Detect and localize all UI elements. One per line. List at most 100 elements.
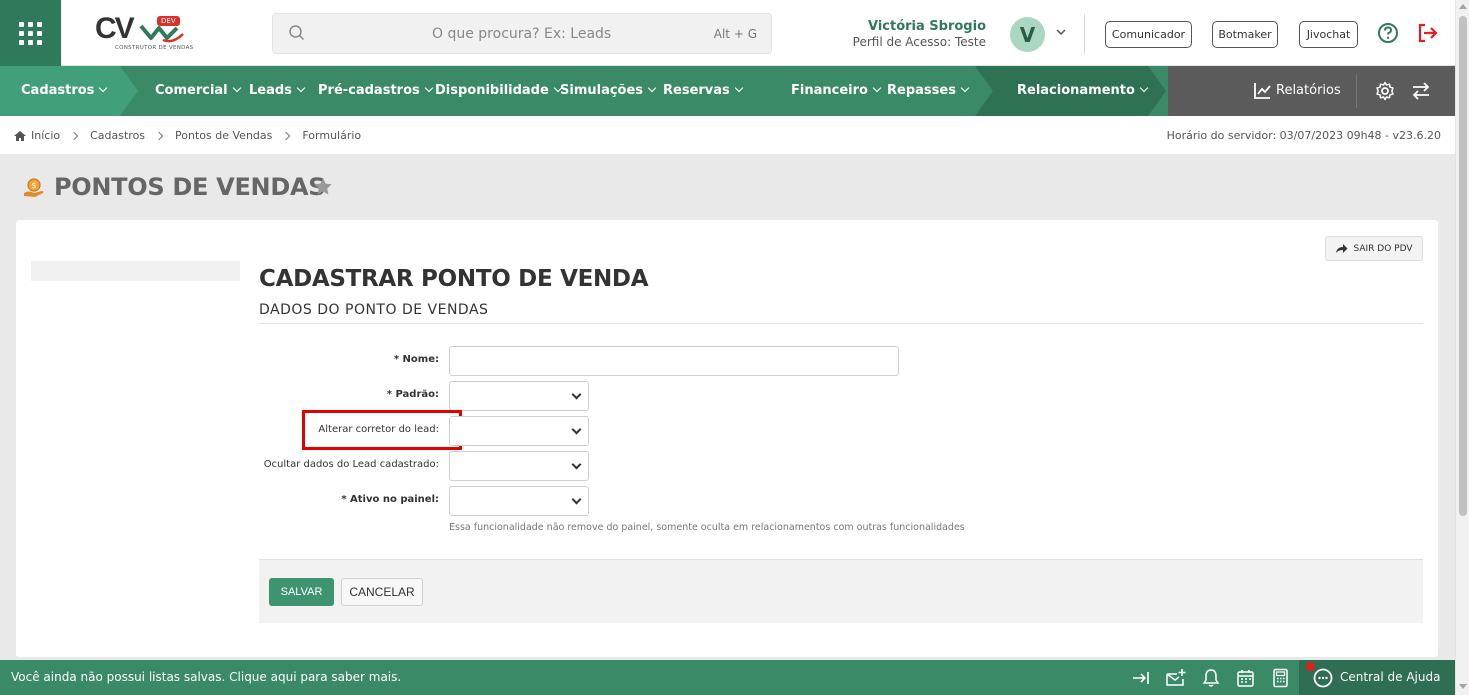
footer-bar: Você ainda não possui listas salvas. Cli…	[0, 660, 1455, 695]
search-placeholder: O que procura? Ex: Leads	[432, 26, 612, 42]
ativo-painel-select[interactable]	[449, 486, 589, 516]
nav-simulacoes[interactable]: Simulações	[560, 83, 657, 98]
ativo-painel-help-text: Essa funcionalidade não remove do painel…	[449, 522, 965, 533]
main-nav: Cadastros Comercial Leads Pré-cadastros …	[0, 66, 1455, 116]
padrao-select[interactable]	[449, 381, 589, 411]
chevron-down-icon	[571, 424, 582, 435]
nav-comercial[interactable]: Comercial	[155, 83, 241, 98]
chevron-down-icon	[872, 83, 882, 93]
saved-lists-message[interactable]: Você ainda não possui listas salvas. Cli…	[11, 670, 401, 684]
nav-label: Repasses	[887, 83, 956, 98]
ocultar-dados-select[interactable]	[449, 451, 589, 481]
chevron-right-icon	[282, 131, 291, 140]
logo-subtitle: CONSTRUTOR DE VENDAS	[115, 45, 194, 51]
chevron-down-icon	[960, 83, 970, 93]
logout-icon[interactable]	[1416, 22, 1440, 44]
nav-label: Pré-cadastros	[318, 83, 420, 98]
page-scrollbar[interactable]	[1455, 0, 1469, 695]
help-circle-icon[interactable]	[1377, 22, 1399, 44]
nome-input[interactable]	[449, 346, 899, 376]
search-input[interactable]: O que procura? Ex: Leads Alt + G	[272, 13, 772, 54]
svg-text:$: $	[31, 181, 36, 190]
nav-repasses[interactable]: Repasses	[887, 83, 970, 98]
mail-add-icon[interactable]	[1165, 668, 1187, 688]
nav-reservas[interactable]: Reservas	[663, 83, 744, 98]
cancel-button[interactable]: CANCELAR	[341, 578, 423, 606]
chevron-down-icon	[1139, 83, 1149, 93]
form-title: CADASTRAR PONTO DE VENDA	[259, 266, 649, 292]
jivochat-button[interactable]: Jivochat	[1299, 21, 1358, 48]
scroll-up-arrow-icon[interactable]	[1459, 4, 1467, 9]
nav-label: Disponibilidade	[435, 83, 549, 98]
chevron-down-icon	[232, 83, 241, 93]
calendar-icon[interactable]	[1236, 668, 1255, 688]
form-actions: SALVAR CANCELAR	[259, 559, 1423, 623]
logo-badge: DEV	[157, 16, 180, 26]
collapse-right-icon[interactable]	[1131, 668, 1151, 688]
comunicador-button[interactable]: Comunicador	[1105, 21, 1192, 48]
side-panel-placeholder	[31, 261, 240, 281]
nav-pre-cadastros[interactable]: Pré-cadastros	[318, 83, 433, 98]
chevron-down-icon	[571, 389, 582, 400]
chevron-down-icon	[647, 83, 657, 93]
botmaker-button[interactable]: Botmaker	[1212, 21, 1278, 48]
scroll-down-arrow-icon[interactable]	[1459, 684, 1467, 689]
server-time: Horário do servidor: 03/07/2023 09h48 - …	[1166, 129, 1441, 142]
nav-label: Reservas	[663, 83, 730, 98]
breadcrumb-pontos-de-vendas[interactable]: Pontos de Vendas	[175, 129, 272, 142]
chevron-down-icon	[571, 459, 582, 470]
alterar-corretor-label: Alterar corretor do lead:	[318, 424, 439, 435]
chevron-down-icon	[296, 83, 306, 93]
alterar-corretor-select[interactable]	[449, 416, 589, 446]
store-hand-icon: $	[24, 178, 44, 197]
user-role: Perfil de Acesso: Teste	[852, 35, 986, 49]
nav-label: Financeiro	[791, 83, 868, 98]
chevron-down-icon	[734, 83, 744, 93]
nav-relacionamento[interactable]: Relacionamento	[1017, 83, 1149, 98]
star-icon[interactable]	[313, 177, 333, 196]
user-name[interactable]: Victória Sbrogio	[868, 19, 986, 34]
form-subtitle: DADOS DO PONTO DE VENDAS	[259, 302, 489, 318]
logo[interactable]: CV DEV CONSTRUTOR DE VENDAS	[95, 12, 193, 54]
chevron-down-icon[interactable]	[1055, 27, 1067, 37]
nav-label: Leads	[249, 83, 292, 98]
gear-icon[interactable]	[1375, 81, 1395, 101]
chevron-down-icon	[571, 494, 582, 505]
breadcrumb-cadastros[interactable]: Cadastros	[90, 129, 145, 142]
calculator-icon[interactable]	[1272, 668, 1289, 688]
swap-icon[interactable]	[1411, 81, 1431, 101]
nav-label: Comercial	[155, 83, 228, 98]
chevron-right-icon	[154, 131, 164, 140]
nav-financeiro[interactable]: Financeiro	[791, 83, 882, 98]
page-title: PONTOS DE VENDAS	[54, 173, 326, 201]
nav-relatorios[interactable]: Relatórios	[1276, 83, 1341, 98]
exit-pdv-button[interactable]: SAIR DO PDV	[1325, 236, 1423, 261]
nav-disponibilidade[interactable]: Disponibilidade	[435, 83, 563, 98]
form-divider	[259, 323, 1423, 324]
nav-leads[interactable]: Leads	[249, 83, 306, 98]
ativo-painel-label: * Ativo no painel:	[341, 494, 439, 505]
scroll-thumb[interactable]	[1459, 16, 1467, 516]
bell-icon[interactable]	[1202, 668, 1220, 688]
chevron-down-icon	[99, 83, 108, 93]
help-center-label: Central de Ajuda	[1340, 670, 1441, 684]
breadcrumb-formulario: Formulário	[302, 129, 362, 142]
nav-label: Cadastros	[21, 83, 95, 98]
home-icon[interactable]	[13, 130, 27, 142]
chat-icon	[1313, 668, 1333, 688]
avatar[interactable]: V	[1010, 17, 1045, 52]
search-shortcut: Alt + G	[713, 27, 757, 41]
help-center-button[interactable]: Central de Ajuda	[1299, 660, 1455, 695]
chevron-down-icon	[424, 83, 433, 93]
padrao-label: * Padrão:	[386, 389, 439, 400]
breadcrumb: Início Cadastros Pontos de Vendas Formul…	[13, 129, 361, 142]
nav-cadastros[interactable]: Cadastros	[21, 83, 108, 98]
search-icon	[289, 25, 305, 41]
chart-line-icon[interactable]	[1253, 81, 1272, 100]
apps-menu-button[interactable]	[0, 0, 61, 66]
breadcrumb-inicio[interactable]: Início	[31, 129, 60, 142]
logo-text: CV	[95, 12, 135, 45]
save-button[interactable]: SALVAR	[269, 578, 334, 606]
header-divider	[1084, 14, 1085, 54]
nome-label: * Nome:	[393, 354, 439, 365]
